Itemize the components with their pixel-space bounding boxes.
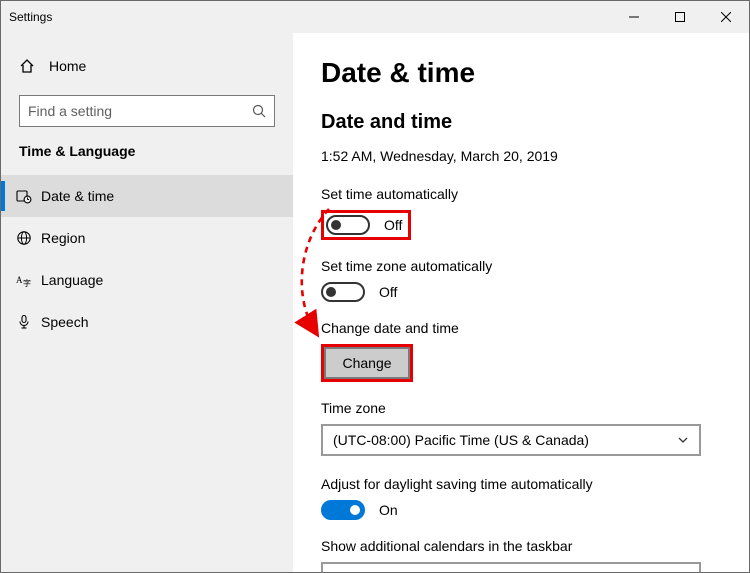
set-tz-auto-toggle[interactable] (321, 282, 365, 302)
sidebar-item-date-time[interactable]: Date & time (1, 175, 293, 217)
current-datetime: 1:52 AM, Wednesday, March 20, 2019 (321, 148, 723, 164)
chevron-down-icon (677, 434, 689, 446)
titlebar: Settings (1, 1, 749, 33)
home-icon (19, 58, 35, 74)
change-datetime-label: Change date and time (321, 320, 723, 336)
globe-icon (15, 230, 33, 246)
sidebar-item-region[interactable]: Region (1, 217, 293, 259)
timezone-label: Time zone (321, 400, 723, 416)
content-pane: Date & time Date and time 1:52 AM, Wedne… (293, 33, 749, 572)
dst-value: On (379, 502, 398, 518)
svg-text:字: 字 (23, 278, 31, 288)
calendar-clock-icon (15, 188, 33, 204)
maximize-button[interactable] (657, 1, 703, 33)
close-button[interactable] (703, 1, 749, 33)
window-title: Settings (9, 10, 52, 24)
window-controls (611, 1, 749, 33)
set-time-auto-label: Set time automatically (321, 186, 723, 202)
timezone-value: (UTC-08:00) Pacific Time (US & Canada) (333, 432, 589, 448)
sidebar-item-speech[interactable]: Speech (1, 301, 293, 343)
search-placeholder: Find a setting (28, 103, 252, 119)
additional-calendars-label: Show additional calendars in the taskbar (321, 538, 723, 554)
sidebar-item-label: Speech (41, 314, 88, 330)
timezone-dropdown[interactable]: (UTC-08:00) Pacific Time (US & Canada) (321, 424, 701, 456)
settings-window: Settings Home F (0, 0, 750, 573)
dst-label: Adjust for daylight saving time automati… (321, 476, 723, 492)
set-tz-auto-label: Set time zone automatically (321, 258, 723, 274)
annotation-highlight-button: Change (321, 344, 413, 382)
section-title: Date and time (321, 111, 723, 134)
language-icon: A字 (15, 272, 33, 288)
sidebar: Home Find a setting Time & Language Date… (1, 33, 293, 572)
sidebar-nav: Date & time Region A字 Language (1, 175, 293, 343)
microphone-icon (15, 314, 33, 330)
sidebar-item-label: Language (41, 272, 103, 288)
sidebar-home[interactable]: Home (19, 47, 275, 85)
set-tz-auto-value: Off (379, 284, 397, 300)
additional-calendars-value: Don't show additional calendars (333, 570, 530, 572)
set-time-auto-toggle[interactable] (326, 215, 370, 235)
sidebar-home-label: Home (49, 58, 86, 74)
set-time-auto-value: Off (384, 217, 402, 233)
change-button[interactable]: Change (324, 347, 410, 379)
page-title: Date & time (321, 57, 723, 89)
sidebar-item-label: Date & time (41, 188, 114, 204)
minimize-button[interactable] (611, 1, 657, 33)
sidebar-item-label: Region (41, 230, 85, 246)
sidebar-category: Time & Language (1, 127, 293, 169)
dst-toggle[interactable] (321, 500, 365, 520)
search-input[interactable]: Find a setting (19, 95, 275, 127)
annotation-highlight-toggle: Off (321, 210, 411, 240)
search-icon (252, 104, 266, 118)
svg-text:A: A (16, 275, 23, 285)
additional-calendars-dropdown[interactable]: Don't show additional calendars (321, 562, 701, 572)
sidebar-item-language[interactable]: A字 Language (1, 259, 293, 301)
